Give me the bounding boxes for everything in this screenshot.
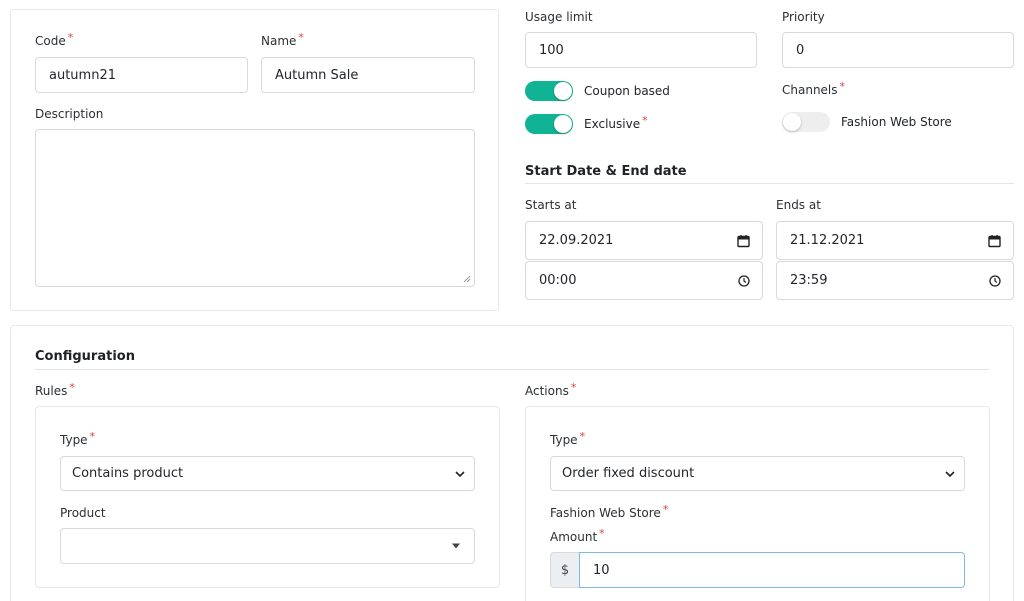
calendar-icon[interactable]	[737, 234, 750, 247]
product-label: Product	[60, 506, 106, 520]
configuration-divider	[35, 369, 989, 370]
product-select[interactable]	[60, 528, 475, 564]
description-textarea[interactable]	[35, 129, 475, 287]
clock-icon[interactable]	[989, 274, 1001, 287]
coupon-based-label: Coupon based	[584, 84, 670, 98]
name-label: Name *	[261, 31, 304, 48]
action-type-select[interactable]: Order fixed discount	[550, 456, 965, 491]
end-time-input[interactable]: 23:59	[776, 261, 1014, 300]
channel-fashion-toggle[interactable]	[782, 112, 830, 132]
priority-input[interactable]: 0	[782, 32, 1014, 68]
rule-type-label: Type *	[60, 430, 96, 447]
amount-label: Amount *	[550, 527, 605, 544]
currency-addon: $	[550, 552, 579, 588]
rules-label: Rules *	[35, 381, 75, 398]
toggle-knob	[783, 113, 801, 131]
code-input[interactable]: autumn21	[35, 57, 248, 93]
description-label: Description	[35, 107, 104, 121]
toggle-knob	[554, 115, 572, 133]
dates-heading: Start Date & End date	[525, 164, 687, 179]
rule-type-select[interactable]: Contains product	[60, 456, 475, 491]
dates-divider	[525, 183, 1014, 184]
name-input[interactable]: Autumn Sale	[261, 57, 475, 93]
ends-at-label: Ends at	[776, 198, 821, 212]
start-date-input[interactable]: 22.09.2021	[525, 221, 763, 260]
exclusive-label: Exclusive *	[584, 114, 648, 131]
channel-fashion-label: Fashion Web Store	[841, 115, 952, 129]
clock-icon[interactable]	[738, 274, 750, 287]
configuration-heading: Configuration	[35, 349, 135, 364]
toggle-knob	[554, 82, 572, 100]
priority-label: Priority	[782, 10, 825, 24]
channels-label: Channels *	[782, 80, 846, 97]
actions-label: Actions *	[525, 381, 577, 398]
end-date-input[interactable]: 21.12.2021	[776, 221, 1014, 260]
chevron-down-icon	[945, 470, 955, 477]
exclusive-toggle[interactable]	[525, 114, 573, 134]
resize-handle-icon[interactable]	[463, 275, 471, 283]
chevron-down-icon	[455, 470, 465, 477]
start-time-input[interactable]: 00:00	[525, 261, 763, 300]
usage-limit-input[interactable]: 100	[525, 32, 757, 68]
action-channel-label: Fashion Web Store *	[550, 503, 669, 520]
action-type-label: Type *	[550, 430, 586, 447]
calendar-icon[interactable]	[988, 234, 1001, 247]
amount-input[interactable]: 10	[579, 552, 965, 588]
code-label: Code *	[35, 31, 74, 48]
coupon-based-toggle[interactable]	[525, 81, 573, 101]
usage-limit-label: Usage limit	[525, 10, 593, 24]
caret-down-icon	[452, 543, 460, 549]
starts-at-label: Starts at	[525, 198, 577, 212]
